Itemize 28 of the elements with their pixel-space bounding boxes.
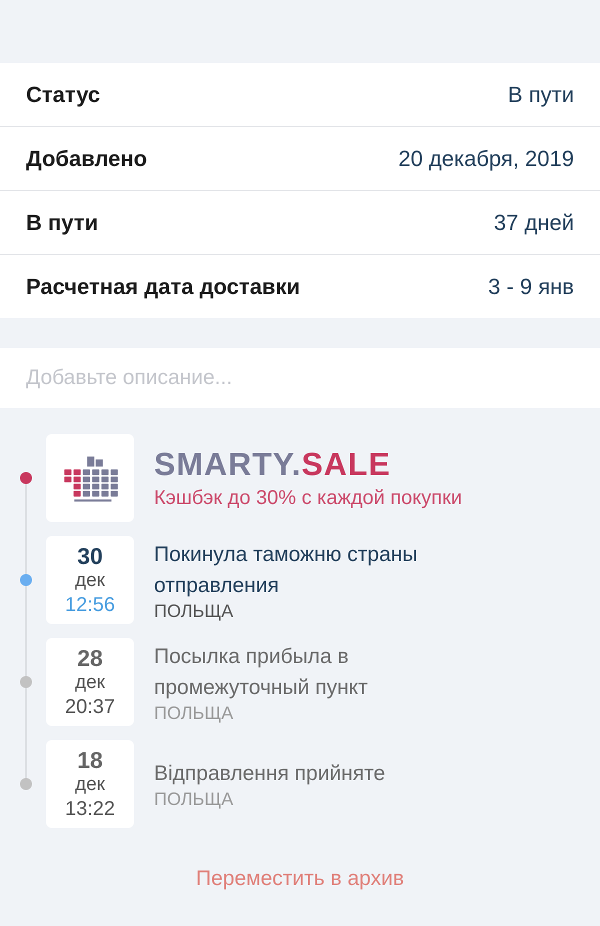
event-place: ПОЛЬЩА [154,789,234,810]
date-month: дек [75,672,105,696]
event-time: 20:37 [64,695,116,720]
event-place: ПОЛЬЩА [154,600,234,622]
detail-value: 20 декабря, 2019 [398,146,574,172]
detail-label: Расчетная дата доставки [26,274,300,300]
detail-value: В пути [508,82,574,108]
event-time: 13:22 [64,797,116,822]
detail-label: Статус [26,82,100,108]
detail-value: 37 дней [494,210,574,236]
archive-button[interactable]: Переместить в архив [188,863,412,895]
event-title: Покинула таможню страны отправления [154,542,418,598]
date-month: дек [75,774,105,798]
logo-card[interactable] [46,434,134,522]
date-day: 30 [77,542,103,570]
event-title: Посылка прибыла в промежуточный пункт [154,644,369,700]
detail-label: В пути [26,210,98,236]
date-day: 18 [77,746,103,774]
detail-value: 3 - 9 янв [488,274,574,300]
description-field[interactable]: Добавьте описание... [0,348,600,408]
date-day: 28 [77,644,103,672]
event-place: ПОЛЬЩА [154,702,234,724]
event-title: Відправлення прийняте [154,761,386,787]
date-month: дек [75,570,105,594]
event-time: 12:56 [64,593,116,618]
ad-tagline: Кэшбэк до 30% с каждой покупки [154,487,462,510]
brand-logo-text: SMARTY.SALE [154,446,392,483]
detail-label: Добавлено [26,146,148,172]
